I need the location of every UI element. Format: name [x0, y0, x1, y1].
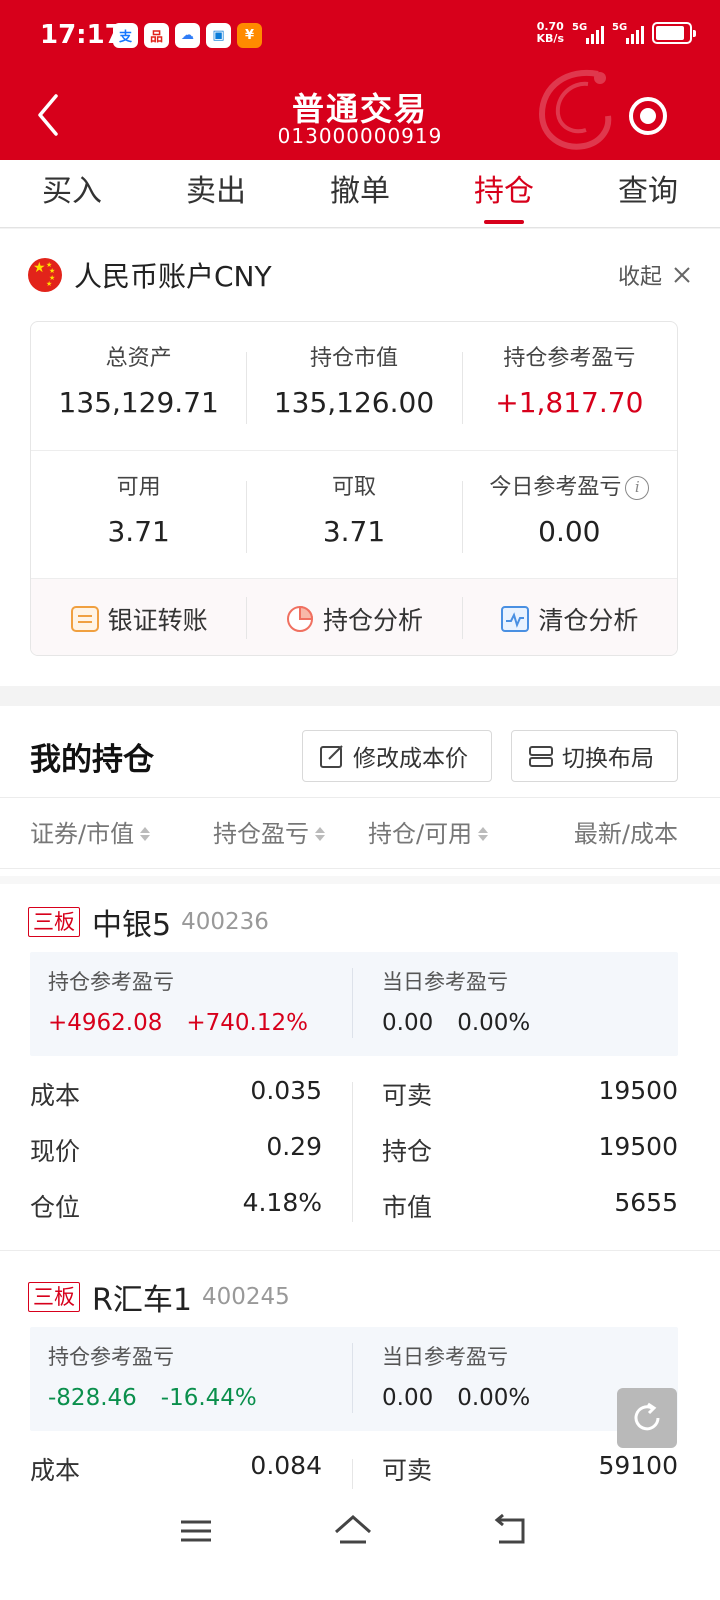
- battery-icon: [652, 22, 696, 44]
- account-title: 人民币账户CNY: [74, 260, 272, 293]
- system-nav-bar: [0, 1500, 720, 1600]
- market-tag: 三板: [28, 907, 80, 937]
- day-pl-amount: 0.00: [382, 1010, 434, 1036]
- collapse-label: 收起: [617, 265, 662, 290]
- sort-icon: [478, 827, 489, 841]
- status-time: 17:17: [40, 20, 123, 50]
- alipay-icon: 支: [113, 23, 138, 48]
- day-pl-percent: 0.00%: [457, 1385, 531, 1411]
- stock-code: 400245: [201, 1284, 290, 1310]
- bank-transfer-button[interactable]: 银证转账: [31, 579, 246, 655]
- day-pl-amount: 0.00: [382, 1385, 434, 1411]
- info-icon[interactable]: i: [625, 476, 650, 500]
- account-section: ★ ★ ★ ★ ★ 人民币账户CNY 收起 总资产 135,129.71 持仓市…: [0, 229, 720, 686]
- price-value: 0.29: [266, 1132, 322, 1161]
- tab-cancel-order[interactable]: 撤单: [288, 160, 432, 227]
- pl-summary: 持仓参考盈亏 +4962.08 +740.12% 当日参考盈亏 0.00 0.0…: [30, 952, 678, 1056]
- trade-tabs: 买入 卖出 撤单 持仓 查询: [0, 160, 720, 228]
- market-value-value: 5655: [614, 1188, 678, 1217]
- tab-positions[interactable]: 持仓: [432, 160, 576, 227]
- holding-item[interactable]: 三板 中银5 400236 持仓参考盈亏 +4962.08 +740.12% 当…: [0, 902, 720, 1252]
- position-value: 19500: [598, 1132, 678, 1161]
- close-icon: [674, 267, 690, 283]
- transfer-icon: [70, 605, 99, 632]
- holdings-title: 我的持仓: [30, 741, 154, 778]
- clearance-analysis-button[interactable]: 清仓分析: [461, 579, 677, 655]
- tab-query[interactable]: 查询: [576, 160, 720, 227]
- net-speed: 0.70 KB/s: [536, 20, 564, 45]
- shopping-app-icon: 品: [144, 23, 169, 48]
- cloud-app-icon: ☁: [175, 23, 200, 48]
- chat-app-icon: ▣: [206, 23, 231, 48]
- dragon-logo-icon: [538, 69, 612, 150]
- refresh-button[interactable]: [617, 1388, 677, 1448]
- pl-amount: +4962.08: [48, 1010, 163, 1036]
- status-right: 0.70 KB/s 5G 5G: [536, 20, 696, 45]
- pie-chart-icon: [286, 605, 313, 632]
- tab-buy[interactable]: 买入: [0, 160, 144, 227]
- holdings-section: 我的持仓 修改成本价 切换布局 证券/市值 持仓盈亏 持仓/可用 最新/成本 三…: [0, 706, 720, 1600]
- holdings-column-header: 证券/市值 持仓盈亏 持仓/可用 最新/成本: [0, 797, 720, 869]
- sort-pl-column[interactable]: 持仓盈亏: [213, 798, 325, 870]
- pl-summary: 持仓参考盈亏 -828.46 -16.44% 当日参考盈亏 0.00 0.00%: [30, 1327, 678, 1431]
- account-summary-card: 总资产 135,129.71 持仓市值 135,126.00 持仓参考盈亏 +1…: [30, 321, 678, 656]
- sort-security-column[interactable]: 证券/市值: [30, 798, 151, 870]
- pl-amount: -828.46: [48, 1385, 137, 1411]
- collapse-button[interactable]: 收起: [618, 259, 692, 291]
- withdrawable-funds: 可取 3.71: [246, 473, 461, 578]
- pl-percent: -16.44%: [160, 1385, 257, 1411]
- pl-percent: +740.12%: [186, 1010, 308, 1036]
- refresh-icon: [634, 1402, 660, 1431]
- layout-icon: [529, 746, 553, 767]
- market-value: 持仓市值 135,126.00: [246, 344, 461, 448]
- market-tag: 三板: [28, 1282, 80, 1312]
- today-pl: 今日参考盈亏 i 0.00: [461, 473, 677, 578]
- flag-cn-icon: ★ ★ ★ ★ ★: [28, 258, 62, 292]
- sort-icon: [140, 827, 151, 841]
- sort-position-column[interactable]: 持仓/可用: [368, 798, 489, 870]
- weight-value: 4.18%: [242, 1188, 322, 1217]
- signal-icon: 5G: [612, 22, 644, 44]
- latest-cost-column: 最新/成本: [573, 820, 678, 848]
- app-header: 17:17 支 品 ☁ ▣ ¥ 0.70 KB/s 5G 5G 普通交易 013…: [0, 0, 720, 160]
- home-icon[interactable]: [328, 1506, 378, 1556]
- account-header: ★ ★ ★ ★ ★ 人民币账户CNY 收起: [28, 255, 692, 295]
- stock-code: 400236: [181, 909, 269, 935]
- line-chart-icon: [501, 605, 530, 632]
- edit-cost-button[interactable]: 修改成本价: [302, 730, 492, 782]
- cost-value: 0.035: [250, 1076, 322, 1105]
- position-analysis-button[interactable]: 持仓分析: [246, 579, 461, 655]
- sellable-value: 59100: [598, 1451, 678, 1480]
- switch-layout-button[interactable]: 切换布局: [511, 730, 678, 782]
- status-notification-icons: 支 品 ☁ ▣ ¥: [113, 23, 262, 48]
- return-icon[interactable]: [485, 1506, 535, 1556]
- day-pl-percent: 0.00%: [457, 1010, 531, 1036]
- signal-icon: 5G: [572, 22, 604, 44]
- edit-icon: [320, 745, 343, 768]
- holding-item[interactable]: 三板 R汇车1 400245 持仓参考盈亏 -828.46 -16.44% 当日…: [0, 1277, 720, 1507]
- stock-name: R汇车1: [92, 1283, 192, 1318]
- available-funds: 可用 3.71: [107, 475, 170, 548]
- stock-name: 中银5: [92, 908, 172, 943]
- sort-icon: [315, 827, 325, 841]
- position-pl: 持仓参考盈亏 +1,817.70: [461, 344, 677, 448]
- wallet-app-icon: ¥: [237, 23, 262, 48]
- sellable-value: 19500: [598, 1076, 678, 1105]
- cost-value: 0.084: [250, 1451, 322, 1480]
- menu-icon[interactable]: [171, 1506, 221, 1556]
- tab-sell[interactable]: 卖出: [144, 160, 288, 227]
- record-icon[interactable]: [628, 96, 668, 136]
- total-assets: 总资产 135,129.71: [58, 346, 219, 419]
